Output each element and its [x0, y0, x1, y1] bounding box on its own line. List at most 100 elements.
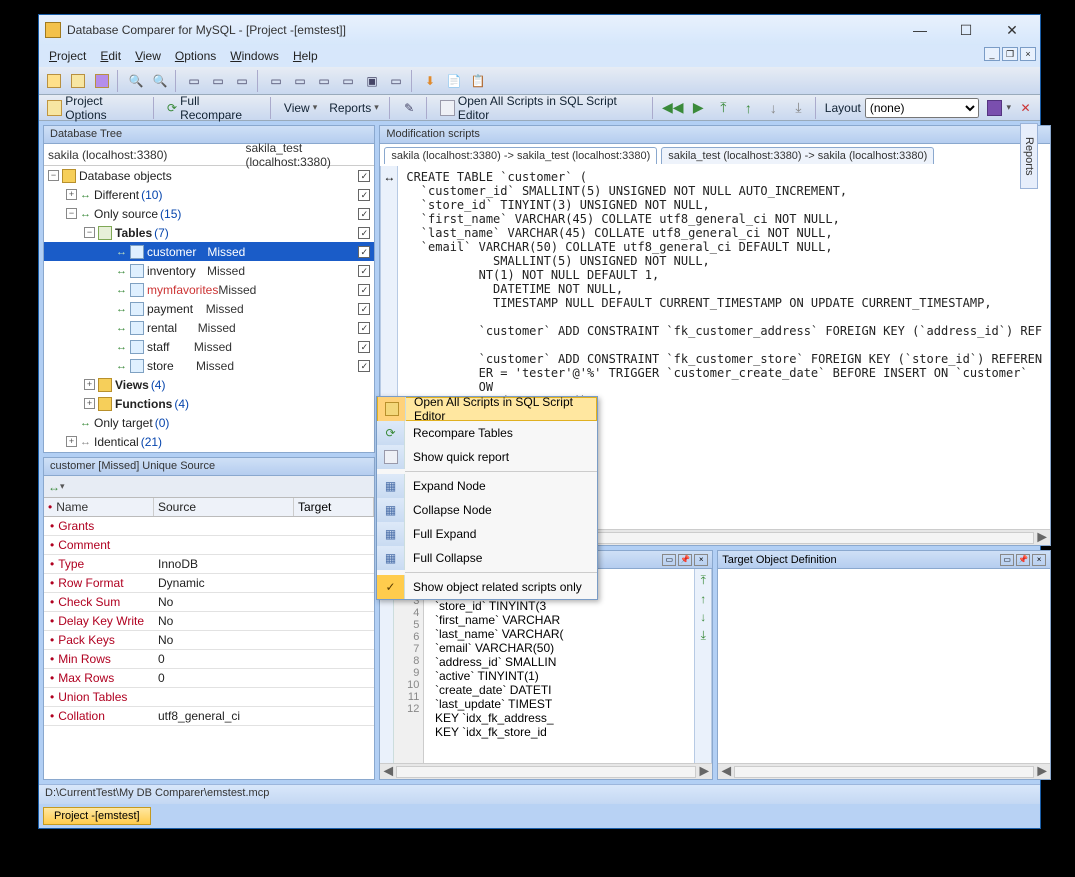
tb-up-icon[interactable]: ↑ — [738, 97, 759, 119]
ctx-show-related-only[interactable]: Show object related scripts only — [377, 575, 597, 599]
pin-icon[interactable]: 📌 — [1016, 554, 1030, 566]
src-hscroll[interactable]: ◄► — [380, 763, 712, 779]
tb-new-icon[interactable] — [43, 70, 65, 92]
database-tree-panel: Database Tree sakila (localhost:3380) sa… — [43, 125, 375, 453]
content-area: Reports Database Tree sakila (localhost:… — [39, 121, 1040, 784]
maximize-button[interactable]: ☐ — [944, 19, 988, 41]
property-row[interactable]: TypeInnoDB — [44, 555, 374, 574]
property-row[interactable]: Comment — [44, 536, 374, 555]
tb-play-icon[interactable]: ▶ — [688, 97, 709, 119]
tgt-hscroll[interactable]: ◄► — [718, 763, 1050, 779]
tree-item-store[interactable]: ↔storeMissed✓ — [44, 356, 374, 375]
property-row[interactable]: Pack KeysNo — [44, 631, 374, 650]
property-row[interactable]: Row FormatDynamic — [44, 574, 374, 593]
ctx-recompare-tables[interactable]: ⟳Recompare Tables — [377, 421, 597, 445]
tb-down-icon[interactable]: ↓ — [763, 97, 784, 119]
tb-first-icon[interactable]: ◀◀ — [662, 97, 684, 119]
task-tab-project[interactable]: Project -[emstest] — [43, 807, 151, 825]
tb-find-icon[interactable]: 🔍 — [125, 70, 147, 92]
property-row[interactable]: Check SumNo — [44, 593, 374, 612]
layout-select[interactable]: (none) — [865, 98, 979, 118]
tb-win4-icon[interactable]: ▭ — [337, 70, 359, 92]
tb-edit-icon[interactable]: ✎ — [399, 97, 420, 119]
menu-view[interactable]: View — [129, 47, 167, 65]
property-row[interactable]: Min Rows0 — [44, 650, 374, 669]
tree-item-customer[interactable]: ↔customerMissed✓ — [44, 242, 374, 261]
tb-top-icon[interactable]: ⤒ — [713, 97, 734, 119]
ctx-expand-node[interactable]: ▦Expand Node — [377, 474, 597, 498]
menu-edit[interactable]: Edit — [94, 47, 127, 65]
tb-win3-icon[interactable]: ▭ — [313, 70, 335, 92]
tb-next-icon[interactable]: 🔍 — [149, 70, 171, 92]
tb-save-icon[interactable] — [91, 70, 113, 92]
menu-project[interactable]: Project — [43, 47, 92, 65]
tree-item-inventory[interactable]: ↔inventoryMissed✓ — [44, 261, 374, 280]
dock-icon[interactable]: ▭ — [1000, 554, 1014, 566]
delete-layout-icon[interactable]: ✕ — [1015, 97, 1036, 119]
script-tab-2[interactable]: sakila_test (localhost:3380) -> sakila (… — [661, 147, 934, 164]
tb-win6-icon[interactable]: ▭ — [385, 70, 407, 92]
tree-col-source: sakila (localhost:3380) — [48, 148, 245, 162]
toolbar-secondary: Project Options ⟳Full Recompare View Rep… — [39, 95, 1040, 121]
target-definition-panel: Target Object Definition▭📌× ◄► — [717, 550, 1051, 780]
tb-script-icon[interactable]: 📄 — [443, 70, 465, 92]
tb-layout3-icon[interactable]: ▭ — [231, 70, 253, 92]
database-tree[interactable]: −Database objects✓ +↔Different(10)✓ −↔On… — [44, 166, 374, 452]
main-window: Database Comparer for MySQL - [Project -… — [38, 14, 1041, 829]
ctx-open-all-scripts[interactable]: Open All Scripts in SQL Script Editor — [377, 397, 597, 421]
tb-win1-icon[interactable]: ▭ — [265, 70, 287, 92]
ctx-full-collapse[interactable]: ▦Full Collapse — [377, 546, 597, 570]
tb-win2-icon[interactable]: ▭ — [289, 70, 311, 92]
mdi-close-button[interactable]: × — [1020, 47, 1036, 61]
tree-item-rental[interactable]: ↔rentalMissed✓ — [44, 318, 374, 337]
reports-dropdown[interactable]: Reports — [325, 99, 383, 117]
reports-side-tab[interactable]: Reports — [1020, 123, 1038, 189]
window-title: Database Comparer for MySQL - [Project -… — [67, 23, 898, 37]
context-menu: Open All Scripts in SQL Script Editor ⟳R… — [376, 396, 598, 600]
pin-icon[interactable]: 📌 — [678, 554, 692, 566]
tree-item-payment[interactable]: ↔paymentMissed✓ — [44, 299, 374, 318]
tb-layout1-icon[interactable]: ▭ — [183, 70, 205, 92]
app-icon — [45, 22, 61, 38]
target-code[interactable] — [718, 569, 1050, 763]
menu-options[interactable]: Options — [169, 47, 222, 65]
menu-help[interactable]: Help — [287, 47, 324, 65]
close-button[interactable]: ✕ — [990, 19, 1034, 41]
view-dropdown[interactable]: View — [280, 99, 321, 117]
tb-layout2-icon[interactable]: ▭ — [207, 70, 229, 92]
property-row[interactable]: Union Tables — [44, 688, 374, 707]
open-all-scripts-button[interactable]: Open All Scripts in SQL Script Editor — [436, 92, 646, 124]
properties-toolbar: ↔▾ — [44, 476, 374, 498]
tb-win5-icon[interactable]: ▣ — [361, 70, 383, 92]
tree-item-mymfavorites[interactable]: ↔mymfavoritesMissed✓ — [44, 280, 374, 299]
mdi-minimize-button[interactable]: _ — [984, 47, 1000, 61]
ctx-full-expand[interactable]: ▦Full Expand — [377, 522, 597, 546]
tb-open-icon[interactable] — [67, 70, 89, 92]
close-panel-icon[interactable]: × — [1032, 554, 1046, 566]
mdi-restore-button[interactable]: ❐ — [1002, 47, 1018, 61]
tb-export-icon[interactable]: ⬇ — [419, 70, 441, 92]
script-tab-1[interactable]: sakila (localhost:3380) -> sakila_test (… — [384, 147, 657, 164]
full-recompare-button[interactable]: ⟳Full Recompare — [163, 92, 264, 124]
properties-table[interactable]: Name Source Target GrantsCommentTypeInno… — [44, 498, 374, 779]
dock-icon[interactable]: ▭ — [662, 554, 676, 566]
sync-icon[interactable]: ↔ — [48, 480, 60, 494]
property-row[interactable]: Delay Key WriteNo — [44, 612, 374, 631]
close-panel-icon[interactable]: × — [694, 554, 708, 566]
property-row[interactable]: Collationutf8_general_ci — [44, 707, 374, 726]
tb-bottom-icon[interactable]: ⤓ — [788, 97, 809, 119]
property-row[interactable]: Max Rows0 — [44, 669, 374, 688]
ctx-show-quick-report[interactable]: Show quick report — [377, 445, 597, 469]
status-bar: D:\CurrentTest\My DB Comparer\emstest.mc… — [39, 784, 1040, 804]
tb-copy-icon[interactable]: 📋 — [467, 70, 489, 92]
tree-header: sakila (localhost:3380) sakila_test (loc… — [44, 144, 374, 166]
save-layout-icon[interactable] — [987, 100, 1002, 116]
property-row[interactable]: Grants — [44, 517, 374, 536]
minimize-button[interactable]: — — [898, 19, 942, 41]
menu-windows[interactable]: Windows — [224, 47, 285, 65]
tree-item-staff[interactable]: ↔staffMissed✓ — [44, 337, 374, 356]
ctx-collapse-node[interactable]: ▦Collapse Node — [377, 498, 597, 522]
script-tabs: sakila (localhost:3380) -> sakila_test (… — [380, 144, 1050, 166]
project-options-button[interactable]: Project Options — [43, 92, 147, 124]
tree-col-target: sakila_test (localhost:3380) — [245, 141, 370, 169]
